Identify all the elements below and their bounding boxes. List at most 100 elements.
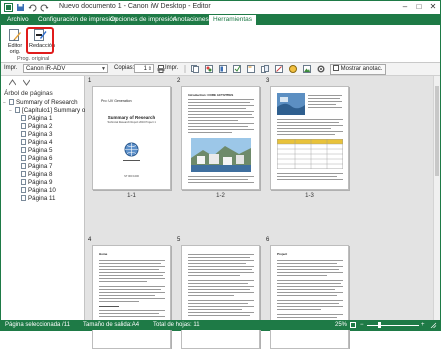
- tab-herramientas[interactable]: Herramientas: [209, 15, 257, 25]
- scrollbar-thumb[interactable]: [435, 86, 439, 176]
- page-icon: [15, 107, 20, 113]
- duplex-icon[interactable]: [261, 65, 269, 73]
- minimize-button[interactable]: –: [398, 1, 412, 13]
- tree-node-label: Página 8: [28, 171, 53, 178]
- tree-node[interactable]: Página 11: [3, 195, 83, 203]
- printer-icon[interactable]: [157, 65, 165, 73]
- tree-node-label: Página 10: [28, 187, 56, 194]
- redo-icon[interactable]: [40, 3, 49, 12]
- chevron-down-icon: ▼: [101, 66, 106, 72]
- page-number: 1: [88, 78, 92, 84]
- watermark-icon[interactable]: [275, 65, 283, 73]
- tree-node[interactable]: Página 7: [3, 163, 83, 171]
- tree-node-label: [Capítulo1] Summary of R: [22, 107, 94, 114]
- image-quality-icon[interactable]: [303, 65, 311, 73]
- undo-icon[interactable]: [28, 3, 37, 12]
- photo-image: [277, 93, 305, 115]
- page-thumbnail[interactable]: Introduction: CORE ACTIVITIES: [181, 86, 260, 190]
- finishing-icon[interactable]: [233, 65, 241, 73]
- page-tree: − Summary of Research − [Capítulo1] Summary…: [3, 99, 93, 203]
- tree-node[interactable]: Página 2: [3, 123, 83, 131]
- copies-stepper[interactable]: 1 ⇕: [134, 64, 154, 73]
- redaction-highlight-box: [26, 27, 54, 54]
- tree-node-label: Página 9: [28, 179, 53, 186]
- tree-node-label: Summary of Research: [16, 99, 78, 106]
- page-thumbnail[interactable]: [181, 245, 260, 349]
- page-number: 6: [266, 237, 270, 243]
- tree-node[interactable]: Página 4: [3, 139, 83, 147]
- expand-tree-icon[interactable]: [23, 79, 30, 86]
- tab-archivo[interactable]: Archivo: [3, 14, 33, 25]
- maximize-button[interactable]: □: [412, 1, 426, 13]
- tab-anotaciones[interactable]: Anotaciones: [169, 14, 213, 25]
- page-icon: [21, 163, 26, 169]
- page-thumbnail[interactable]: Pro: UV Generation Summary of Research T…: [92, 86, 171, 190]
- tree-node-label: Página 11: [28, 195, 56, 202]
- ribbon-panel: Editor orig. Redacción Prog. original: [1, 25, 440, 63]
- tree-node[interactable]: Página 5: [3, 147, 83, 155]
- collapse-tree-icon[interactable]: [9, 79, 16, 86]
- ribbon-group-label: Prog. original: [17, 56, 50, 62]
- staple-icon[interactable]: [247, 65, 255, 73]
- show-annotations-button[interactable]: Mostrar anotac.: [330, 64, 387, 75]
- settings-icon[interactable]: [317, 65, 325, 73]
- printer-label: Impr.: [4, 65, 18, 71]
- tree-node-label: Página 2: [28, 123, 53, 130]
- editor-original-button[interactable]: Editor orig.: [4, 27, 26, 58]
- page-heading: Introduction: CORE ACTIVITIES: [188, 93, 234, 97]
- vertical-scrollbar[interactable]: [433, 76, 440, 320]
- pages-icon[interactable]: [191, 65, 199, 73]
- layout-icon[interactable]: [219, 65, 227, 73]
- print-label[interactable]: Impr.: [165, 65, 178, 71]
- zoom-slider-thumb[interactable]: [378, 322, 381, 328]
- page-icon: [21, 171, 26, 177]
- page-number: 4: [88, 237, 92, 243]
- status-total-sheets: Total de hojas: 11: [153, 322, 200, 328]
- page-icon: [21, 115, 26, 121]
- page-number: 3: [266, 78, 270, 84]
- color-page-icon[interactable]: [205, 65, 213, 73]
- page-tree-toolbar: [1, 76, 84, 88]
- show-annotations-label: Mostrar anotac.: [340, 66, 383, 72]
- tree-node[interactable]: Página 6: [3, 155, 83, 163]
- ribbon-tab-bar: Archivo Configuración de impresión Opcio…: [1, 14, 440, 25]
- color-mode-icon[interactable]: [289, 65, 297, 73]
- page-caption: 1-3: [305, 193, 314, 199]
- tree-node[interactable]: − [Capítulo1] Summary of R: [3, 107, 93, 115]
- page-thumbnail[interactable]: Home: [92, 245, 171, 349]
- tree-node[interactable]: Página 9: [3, 179, 83, 187]
- resize-grip-icon[interactable]: [430, 322, 437, 328]
- page-heading: Pro: UV Generation: [101, 99, 132, 103]
- tree-node[interactable]: Página 8: [3, 171, 83, 179]
- tree-node-label: Página 5: [28, 147, 53, 154]
- zoom-slider-track[interactable]: [367, 324, 419, 326]
- printer-select[interactable]: Canon iR-ADV ▼: [23, 64, 108, 73]
- page-subtitle: Technical Research Report 2016 Project 1: [107, 121, 156, 124]
- close-button[interactable]: ✕: [426, 1, 440, 13]
- page-layout-area: 1 Pro: UV Generation Summary of Research…: [85, 76, 440, 349]
- tree-node[interactable]: Página 10: [3, 187, 83, 195]
- page-caption: 1-2: [216, 193, 225, 199]
- editor-original-label: Editor orig.: [7, 43, 23, 55]
- tree-node-label: Página 7: [28, 163, 53, 170]
- zoom-in-icon[interactable]: +: [421, 320, 425, 330]
- tree-node[interactable]: − Summary of Research: [3, 99, 83, 107]
- globe-logo-icon: [124, 142, 139, 157]
- tree-node-label: Página 1: [28, 115, 53, 122]
- page-thumbnail[interactable]: Project: [270, 245, 349, 349]
- page-thumbnail[interactable]: [270, 86, 349, 190]
- status-selected-page: Página seleccionada /11: [5, 322, 70, 328]
- tree-node[interactable]: Página 1: [3, 115, 83, 123]
- copies-value: 1: [143, 66, 147, 72]
- page-icon: [21, 187, 26, 193]
- zoom-out-icon[interactable]: −: [360, 320, 364, 330]
- title-bar: Nuevo documento 1 - Canon iW Desktop - E…: [1, 1, 440, 14]
- page-icon: [21, 147, 26, 153]
- tree-node[interactable]: Página 3: [3, 131, 83, 139]
- editor-window: Nuevo documento 1 - Canon iW Desktop - E…: [0, 0, 441, 349]
- save-icon[interactable]: [16, 3, 25, 12]
- stepper-arrows-icon: ⇕: [147, 66, 152, 72]
- separator-icon: [184, 65, 186, 73]
- checkbox-icon: [333, 65, 339, 71]
- zoom-fit-icon[interactable]: [350, 322, 356, 328]
